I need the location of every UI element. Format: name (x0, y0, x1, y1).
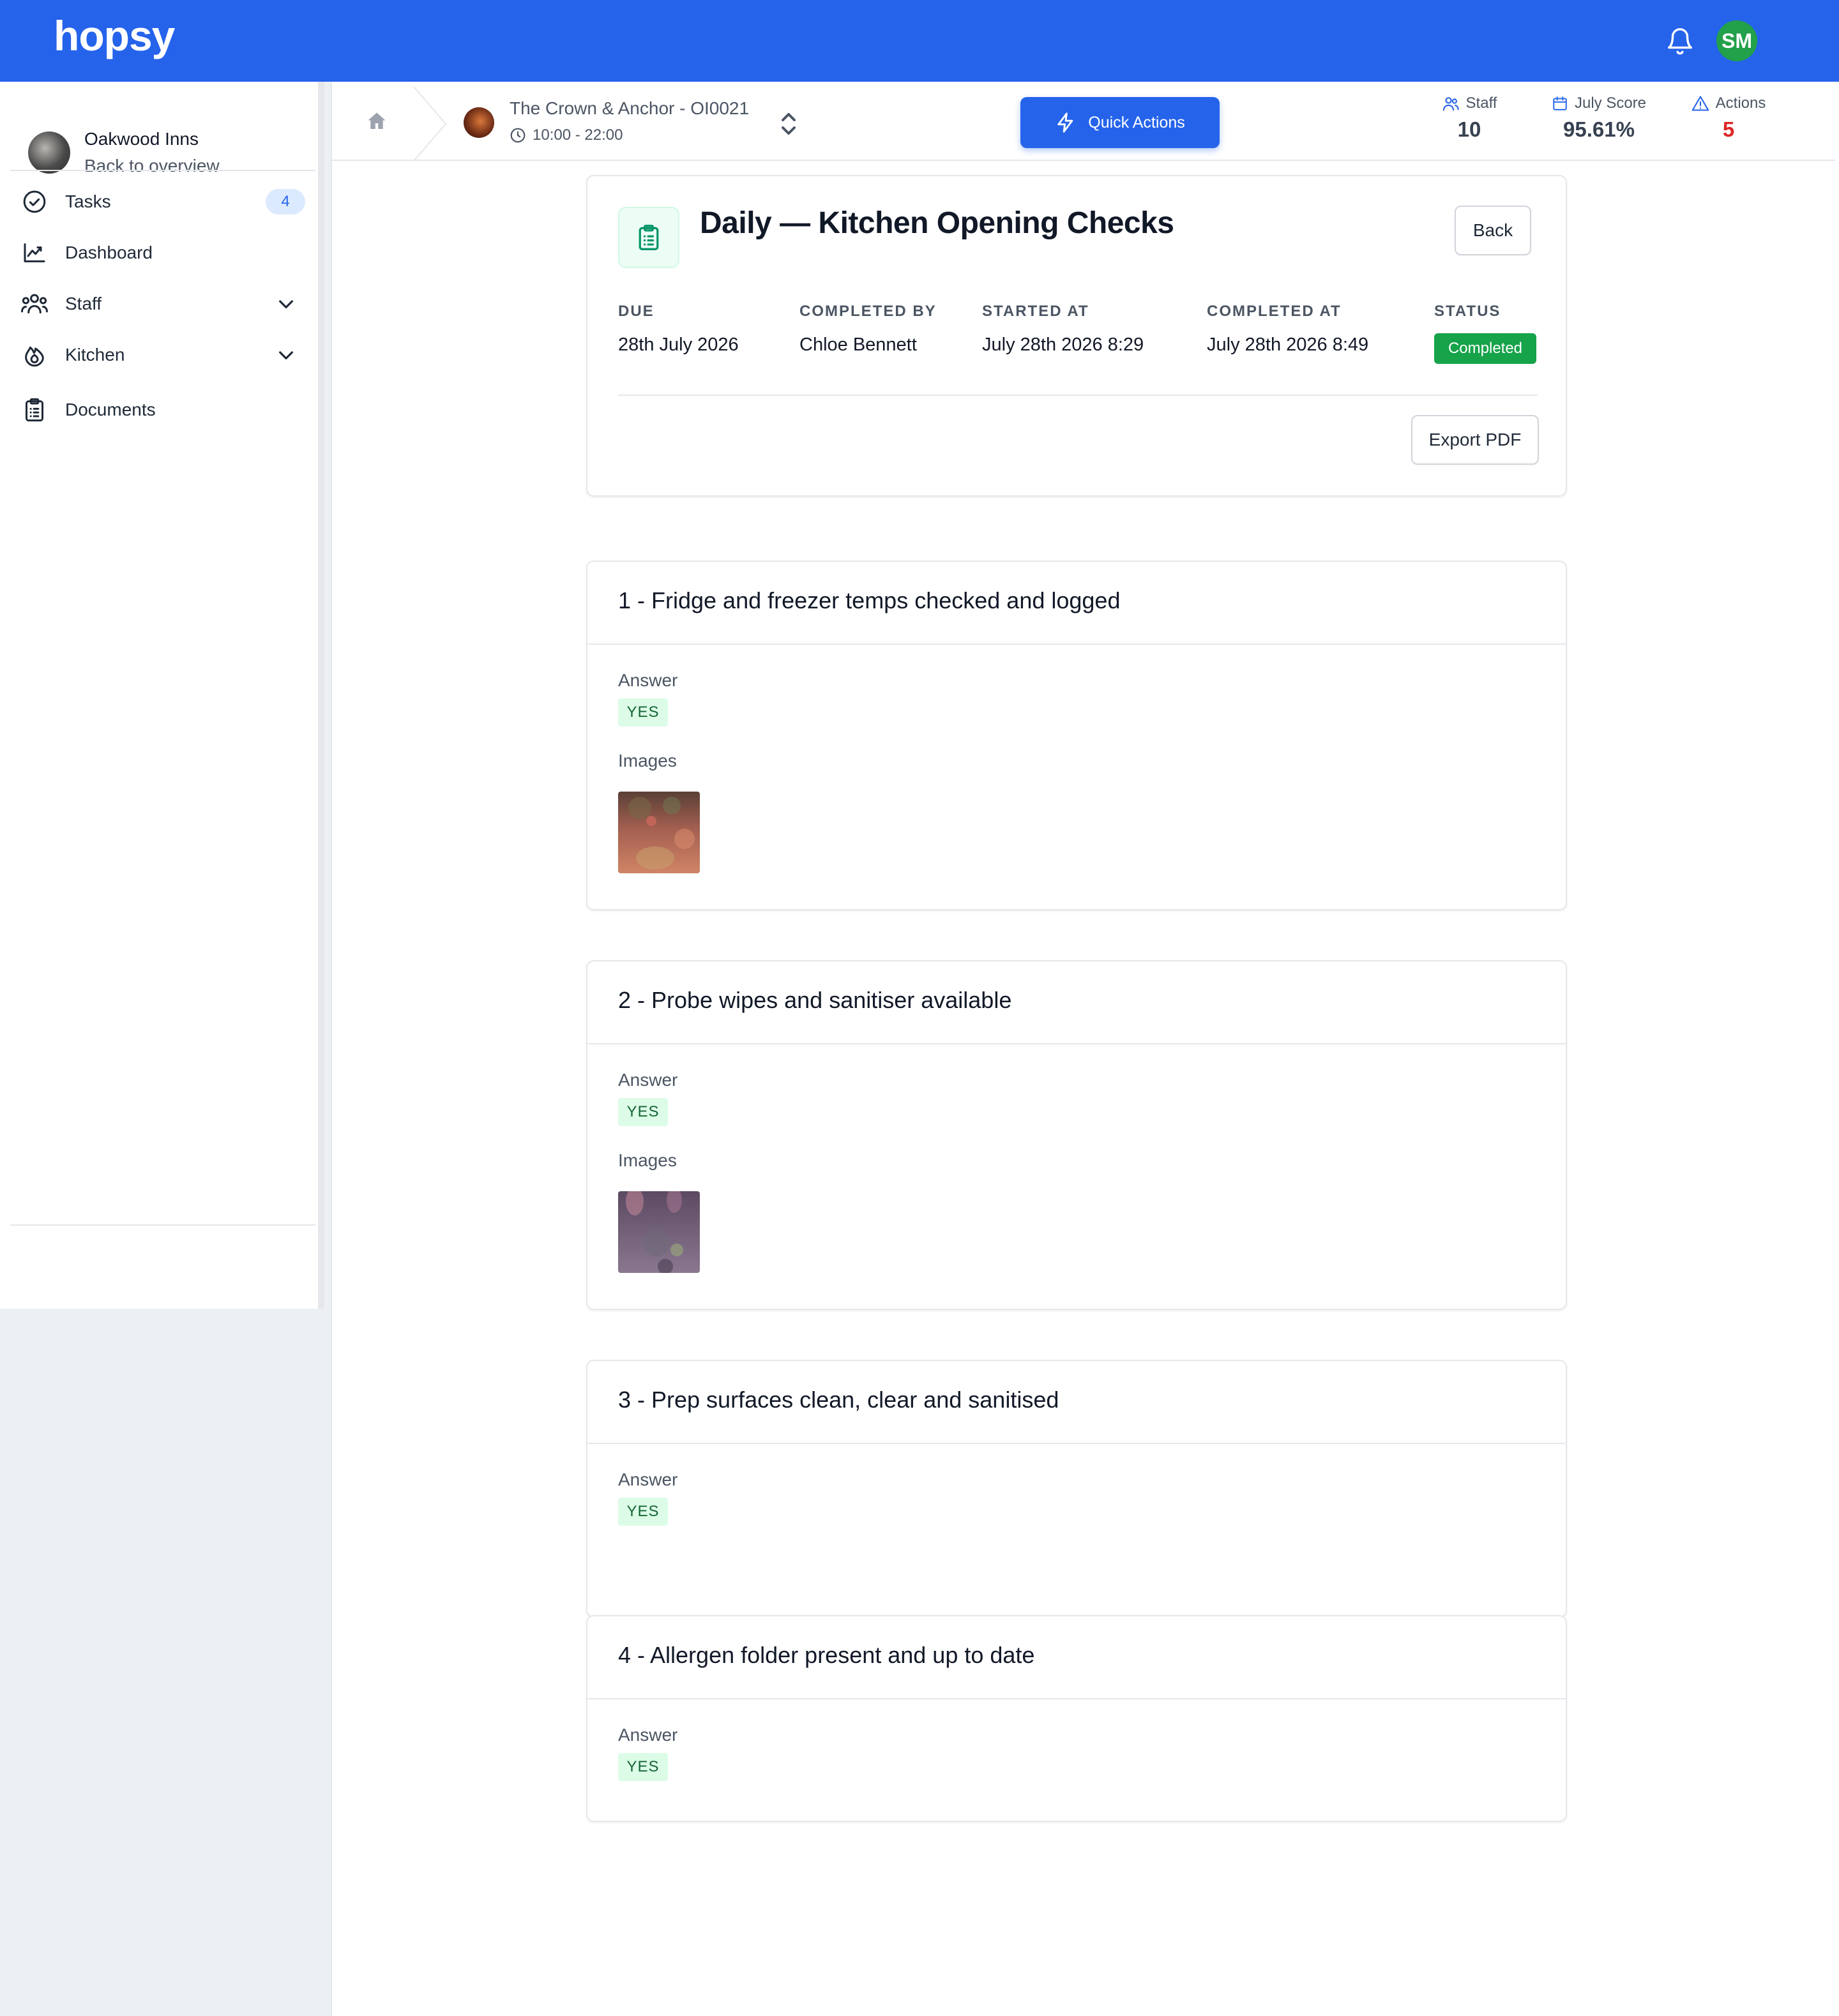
venue-hours: 10:00 - 22:00 (510, 126, 623, 144)
question-title: 1 - Fridge and freezer temps checked and… (618, 587, 1121, 613)
chevron-up-down-icon[interactable] (779, 111, 798, 137)
status-badge: Completed (1434, 333, 1536, 364)
chart-line-icon (20, 239, 49, 267)
answer-label: Answer (618, 670, 678, 690)
status-label: STATUS (1434, 303, 1501, 320)
tasks-count-badge: 4 (266, 189, 305, 214)
back-button[interactable]: Back (1455, 206, 1531, 255)
sidebar-item-label: Kitchen (65, 345, 125, 365)
actions-stat-label: Actions (1715, 94, 1766, 112)
question-card: 1 - Fridge and freezer temps checked and… (586, 560, 1567, 910)
answer-badge: YES (618, 1753, 668, 1781)
sidebar: Oakwood Inns Back to overview Tasks 4 Da… (0, 82, 324, 1309)
july-score-value: 95.61% (1563, 117, 1635, 141)
question-card: 3 - Prep surfaces clean, clear and sanit… (586, 1360, 1567, 1618)
quick-actions-label: Quick Actions (1088, 113, 1185, 132)
clipboard-icon (618, 207, 679, 268)
answer-label: Answer (618, 1725, 678, 1745)
question-card: 2 - Probe wipes and sanitiser available … (586, 960, 1567, 1310)
completed-by-label: COMPLETED BY (799, 303, 937, 320)
completed-at-label: COMPLETED AT (1207, 303, 1342, 320)
question-title: 3 - Prep surfaces clean, clear and sanit… (618, 1387, 1059, 1413)
venue-hours-text: 10:00 - 22:00 (533, 126, 623, 144)
task-title: Daily — Kitchen Opening Checks (700, 206, 1174, 240)
image-thumbnail[interactable] (618, 792, 700, 873)
card-divider (587, 643, 1566, 645)
started-at-value: July 28th 2026 8:29 (982, 335, 1144, 355)
card-divider (587, 1698, 1566, 1699)
flame-icon (20, 341, 49, 369)
top-bar: hopsy SM (0, 0, 1839, 82)
user-avatar[interactable]: SM (1716, 20, 1757, 61)
org-name: Oakwood Inns (84, 129, 199, 149)
users-icon (20, 290, 49, 318)
july-score-label: July Score (1574, 94, 1647, 112)
warning-triangle-icon (1691, 96, 1709, 111)
answer-badge: YES (618, 1098, 668, 1126)
notifications-bell-icon[interactable] (1665, 26, 1695, 57)
due-value: 28th July 2026 (618, 335, 739, 355)
actions-stat[interactable]: Actions 5 (1681, 94, 1776, 142)
sidebar-item-dashboard[interactable]: Dashboard (20, 234, 305, 272)
clipboard-list-icon (20, 396, 49, 424)
sidebar-item-documents[interactable]: Documents (20, 391, 305, 429)
venue-avatar (464, 107, 494, 138)
question-title: 4 - Allergen folder present and up to da… (618, 1642, 1035, 1668)
answer-label: Answer (618, 1470, 678, 1489)
export-pdf-button[interactable]: Export PDF (1411, 415, 1539, 465)
images-label: Images (618, 751, 677, 771)
completed-at-value: July 28th 2026 8:49 (1207, 335, 1369, 355)
users-icon (1442, 97, 1459, 111)
sidebar-item-tasks[interactable]: Tasks 4 (20, 183, 305, 221)
sidebar-item-label: Documents (65, 400, 156, 419)
question-card: 4 - Allergen folder present and up to da… (586, 1615, 1567, 1822)
answer-label: Answer (618, 1070, 678, 1090)
org-switcher[interactable]: Oakwood Inns Back to overview (27, 107, 327, 176)
sidebar-divider (10, 1224, 315, 1226)
main-content: The Crown & Anchor - OI0021 10:00 - 22:0… (331, 82, 1839, 2016)
staff-stat-value: 10 (1457, 117, 1481, 141)
sidebar-item-label: Tasks (65, 192, 111, 211)
home-icon[interactable] (365, 110, 388, 133)
answer-badge: YES (618, 1498, 668, 1526)
org-avatar (28, 132, 70, 174)
venue-name[interactable]: The Crown & Anchor - OI0021 (510, 98, 749, 119)
started-at-label: STARTED AT (982, 303, 1089, 320)
staff-stat[interactable]: Staff 10 (1428, 94, 1511, 142)
sidebar-item-label: Staff (65, 294, 102, 313)
sidebar-item-staff[interactable]: Staff (20, 285, 305, 323)
back-to-overview-link[interactable]: Back to overview (84, 156, 220, 176)
card-divider (587, 1043, 1566, 1044)
task-header-card: Daily — Kitchen Opening Checks Back DUE … (586, 175, 1567, 497)
breadcrumb: The Crown & Anchor - OI0021 10:00 - 22:0… (332, 82, 1835, 162)
lightning-icon (1057, 112, 1073, 133)
image-thumbnail[interactable] (618, 1191, 700, 1273)
card-divider (618, 395, 1538, 396)
actions-stat-value: 5 (1722, 117, 1735, 141)
check-circle-icon (20, 188, 49, 216)
sidebar-divider (10, 170, 315, 171)
answer-badge: YES (618, 698, 668, 726)
app-logo[interactable]: hopsy (54, 11, 175, 60)
july-score-stat[interactable]: July Score 95.61% (1535, 94, 1663, 142)
sidebar-item-label: Dashboard (65, 243, 153, 262)
chevron-down-icon[interactable] (276, 345, 296, 365)
question-title: 2 - Probe wipes and sanitiser available (618, 987, 1012, 1013)
due-label: DUE (618, 303, 655, 320)
staff-stat-label: Staff (1465, 94, 1497, 112)
quick-actions-button[interactable]: Quick Actions (1020, 97, 1220, 148)
images-label: Images (618, 1150, 677, 1170)
completed-by-value: Chloe Bennett (799, 335, 917, 355)
breadcrumb-separator-icon (412, 86, 451, 162)
clock-icon (510, 128, 526, 143)
chevron-down-icon[interactable] (276, 294, 296, 314)
calendar-icon (1553, 96, 1567, 110)
sidebar-item-kitchen[interactable]: Kitchen (20, 336, 305, 374)
card-divider (587, 1443, 1566, 1444)
